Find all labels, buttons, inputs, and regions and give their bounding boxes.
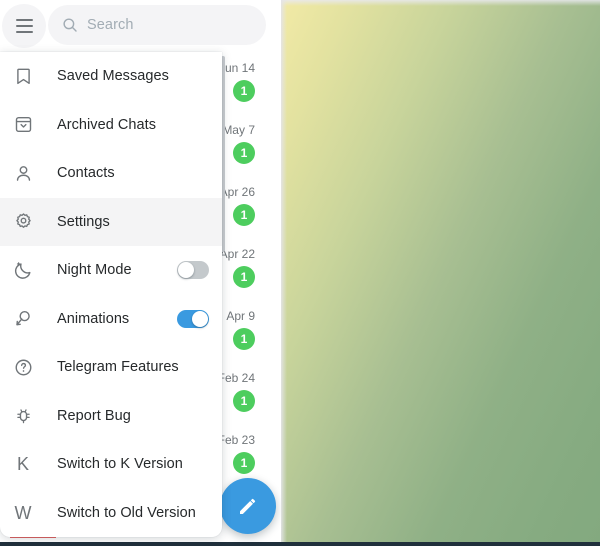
toggle-knob <box>178 262 194 279</box>
question-circle-icon <box>11 355 35 379</box>
unread-badge: 1 <box>233 266 255 288</box>
moon-icon <box>11 258 35 282</box>
unread-badge: 1 <box>233 204 255 226</box>
hamburger-icon <box>15 19 33 21</box>
bug-icon <box>11 404 35 428</box>
search-placeholder: Search <box>87 17 134 33</box>
menu-item-label: Report Bug <box>57 407 131 424</box>
menu-item-contacts[interactable]: Contacts <box>0 149 222 198</box>
menu-item-switch-k-version[interactable]: K Switch to K Version <box>0 440 222 489</box>
menu-item-label: Saved Messages <box>57 68 169 85</box>
chat-background-pane <box>281 0 600 546</box>
hamburger-icon-bar <box>15 25 33 27</box>
hamburger-menu-button[interactable] <box>2 4 46 48</box>
animations-icon <box>11 307 35 331</box>
unread-badge: 1 <box>233 390 255 412</box>
person-icon <box>11 161 35 185</box>
menu-item-label: Archived Chats <box>57 116 157 133</box>
menu-item-label: Switch to K Version <box>57 456 183 473</box>
hamburger-icon-bar <box>15 31 33 33</box>
gear-icon <box>11 210 35 234</box>
search-icon <box>63 18 77 32</box>
left-header: Search <box>0 0 281 52</box>
archive-icon <box>11 113 35 137</box>
menu-item-label: Settings <box>57 213 110 230</box>
letter-w-glyph: W <box>14 502 32 523</box>
chat-pane-left-shadow <box>281 0 287 546</box>
unread-badge: 1 <box>233 328 255 350</box>
main-menu-dropdown[interactable]: Saved Messages Archived Chats Contacts S… <box>0 52 222 537</box>
bookmark-icon <box>11 64 35 88</box>
chat-pane-top-shadow <box>281 0 600 6</box>
chat-pane-bottom-rule <box>281 542 600 546</box>
pencil-icon <box>240 498 256 514</box>
menu-item-label: Night Mode <box>57 262 132 279</box>
window-bottom-rule <box>0 542 281 546</box>
chat-date: Apr 9 <box>226 309 255 323</box>
chat-date: May 7 <box>222 123 255 137</box>
menu-item-saved-messages[interactable]: Saved Messages <box>0 52 222 101</box>
animations-toggle[interactable] <box>177 309 209 328</box>
menu-item-night-mode[interactable]: Night Mode <box>0 246 222 295</box>
menu-item-archived-chats[interactable]: Archived Chats <box>0 101 222 150</box>
unread-badge: 1 <box>233 142 255 164</box>
compose-button[interactable] <box>220 478 276 534</box>
menu-item-switch-old-version[interactable]: W Switch to Old Version <box>0 489 222 538</box>
menu-item-settings[interactable]: Settings <box>0 197 222 246</box>
letter-k-glyph: K <box>16 454 29 475</box>
unread-badge: 1 <box>233 80 255 102</box>
menu-item-telegram-features[interactable]: Telegram Features <box>0 343 222 392</box>
menu-item-label: Animations <box>57 310 130 327</box>
menu-item-report-bug[interactable]: Report Bug <box>0 392 222 441</box>
night-mode-toggle[interactable] <box>177 261 209 280</box>
menu-item-animations[interactable]: Animations <box>0 295 222 344</box>
telegram-web-window: Jun 14 1 May 7 1 Apr 26 1 Apr 22 1 Apr 9… <box>0 0 600 546</box>
letter-w-icon: W <box>11 501 35 525</box>
toggle-knob <box>192 310 208 327</box>
letter-k-icon: K <box>11 452 35 476</box>
menu-item-label: Telegram Features <box>57 359 179 376</box>
menu-item-label: Contacts <box>57 165 115 182</box>
search-input[interactable]: Search <box>48 5 266 45</box>
unread-badge: 1 <box>233 452 255 474</box>
menu-item-label: Switch to Old Version <box>57 504 196 521</box>
